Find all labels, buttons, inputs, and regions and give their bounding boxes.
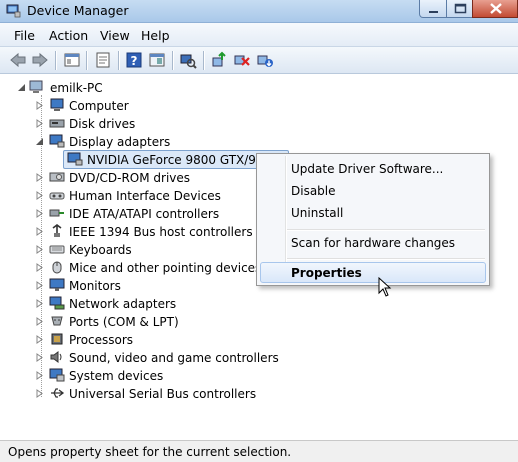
minimize-button[interactable]	[419, 0, 447, 18]
disable-device-icon[interactable]	[233, 51, 251, 69]
tree-item-label: Sound, video and game controllers	[69, 351, 279, 365]
menu-view[interactable]: View	[100, 28, 130, 43]
system-device-icon	[49, 368, 65, 382]
computer-icon	[50, 98, 64, 111]
expand-arrow-icon[interactable]	[35, 119, 44, 128]
toolbar-separator	[172, 51, 173, 70]
mouse-cursor-icon	[378, 277, 392, 297]
close-button[interactable]	[472, 0, 518, 18]
menu-item-scan-hardware[interactable]: Scan for hardware changes	[291, 236, 455, 250]
hid-icon	[49, 192, 65, 200]
menu-item-uninstall[interactable]: Uninstall	[291, 206, 343, 220]
forward-arrow-icon[interactable]	[31, 51, 49, 69]
tree-item-label: Processors	[69, 333, 134, 347]
mouse-icon	[52, 261, 62, 274]
toolbar-separator	[55, 51, 56, 70]
expand-arrow-icon[interactable]	[35, 101, 44, 110]
tree-item-label: Mice and other pointing devices	[69, 261, 262, 275]
device-manager-icon	[6, 4, 21, 18]
expand-arrow-icon[interactable]	[35, 299, 44, 308]
back-arrow-icon[interactable]	[9, 51, 27, 69]
dvd-drive-icon	[49, 172, 65, 182]
expand-arrow-icon[interactable]	[35, 209, 44, 218]
context-menu: Update Driver Software... Disable Uninst…	[256, 153, 490, 286]
tree-item-label: Disk drives	[69, 117, 136, 131]
keyboard-icon	[49, 245, 65, 254]
tree-item-label: Display adapters	[69, 135, 171, 149]
menu-item-properties[interactable]: Properties	[291, 266, 362, 280]
expand-arrow-icon[interactable]	[35, 389, 44, 398]
port-icon	[51, 316, 63, 326]
expand-arrow-icon[interactable]	[35, 371, 44, 380]
expand-arrow-icon[interactable]	[35, 353, 44, 362]
processor-icon	[51, 333, 63, 345]
expand-arrow-icon[interactable]	[35, 173, 44, 182]
expand-arrow-icon[interactable]	[35, 317, 44, 326]
update-driver-icon[interactable]	[210, 51, 228, 69]
menu-help[interactable]: Help	[141, 28, 170, 43]
firewire-icon	[52, 224, 62, 237]
tree-item-label: Ports (COM & LPT)	[69, 315, 179, 329]
network-adapter-icon	[49, 296, 65, 310]
status-bar: Opens property sheet for the current sel…	[0, 440, 518, 462]
ide-controller-icon	[49, 209, 64, 217]
tree-item-label: Monitors	[69, 279, 121, 293]
tree-item-label: Network adapters	[69, 297, 177, 311]
expand-arrow-icon[interactable]	[35, 227, 44, 236]
tree-item-label: IDE ATA/ATAPI controllers	[69, 207, 220, 221]
tree-item-label: System devices	[69, 369, 164, 383]
status-text: Opens property sheet for the current sel…	[8, 445, 292, 459]
console-icon[interactable]	[148, 51, 166, 69]
scan-hardware-icon[interactable]	[179, 51, 197, 69]
tree-item-label: Universal Serial Bus controllers	[69, 387, 257, 401]
window-title: Device Manager	[27, 3, 129, 18]
title-bar: Device Manager	[0, 0, 518, 23]
context-menu-separator	[287, 258, 485, 259]
collapse-arrow-icon[interactable]	[17, 83, 26, 92]
help-icon[interactable]: ?	[125, 51, 143, 69]
disk-drive-icon	[49, 119, 65, 128]
toolbar-separator	[203, 51, 204, 70]
tree-root-label: emilk-PC	[50, 81, 103, 95]
menu-action[interactable]: Action	[49, 28, 88, 43]
monitor-icon	[49, 278, 65, 291]
toolbar-separator	[118, 51, 119, 70]
expand-arrow-icon[interactable]	[35, 245, 44, 254]
expand-arrow-icon[interactable]	[35, 191, 44, 200]
uninstall-device-icon[interactable]	[256, 51, 274, 69]
tree-item-label: DVD/CD-ROM drives	[69, 171, 191, 185]
maximize-icon	[454, 3, 467, 14]
menu-item-update-driver[interactable]: Update Driver Software...	[291, 162, 443, 176]
context-menu-separator	[287, 229, 485, 230]
maximize-button[interactable]	[446, 0, 473, 18]
tree-item-label: Computer	[69, 99, 129, 113]
display-adapter-icon	[67, 152, 83, 166]
menu-item-disable[interactable]: Disable	[291, 184, 336, 198]
svg-text:?: ?	[131, 54, 138, 68]
computer-icon	[29, 80, 43, 93]
tree-item-label: Human Interface Devices	[69, 189, 221, 203]
menu-bar: File Action View Help	[0, 23, 518, 47]
expand-arrow-icon[interactable]	[35, 281, 44, 290]
speaker-icon	[50, 351, 62, 363]
console-tree-icon[interactable]	[63, 51, 81, 69]
properties-icon[interactable]	[94, 51, 112, 69]
tree-item-label: NVIDIA GeForce 9800 GTX/9800	[87, 153, 279, 167]
collapse-arrow-icon[interactable]	[35, 137, 44, 146]
tree-item-label: Keyboards	[69, 243, 132, 257]
minimize-icon	[429, 11, 438, 13]
expand-arrow-icon[interactable]	[35, 263, 44, 272]
usb-icon	[51, 388, 65, 398]
display-adapter-icon	[49, 134, 65, 148]
close-icon	[490, 3, 502, 14]
menu-file[interactable]: File	[14, 28, 35, 43]
toolbar: ?	[0, 47, 518, 74]
toolbar-separator	[86, 51, 87, 70]
expand-arrow-icon[interactable]	[35, 335, 44, 344]
tree-item-label: IEEE 1394 Bus host controllers	[69, 225, 253, 239]
